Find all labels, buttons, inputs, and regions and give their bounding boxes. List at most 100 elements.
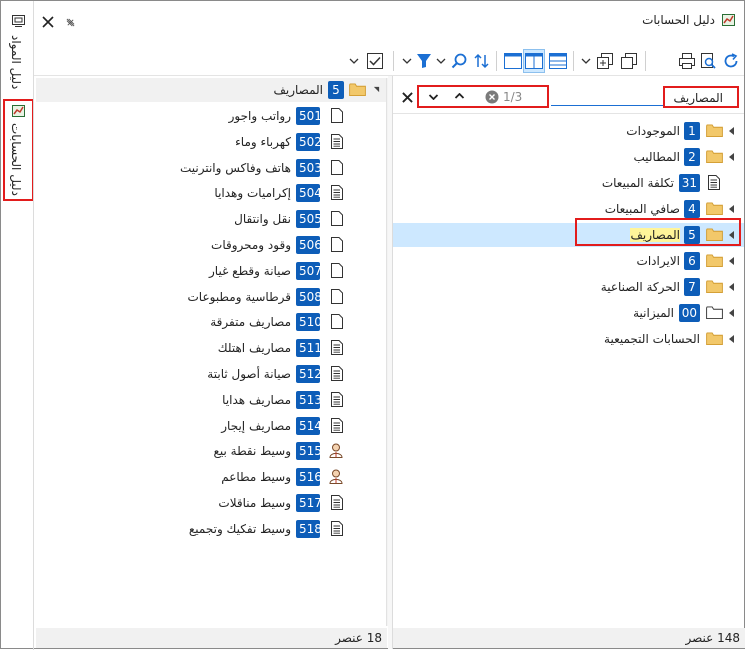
search-input[interactable]: المصاريف [663, 86, 739, 108]
tree-status-bar: 148 عنصر [393, 628, 745, 648]
account-code-badge: 514 [296, 416, 322, 435]
selected-row-annotation [575, 218, 741, 246]
person-icon [329, 469, 343, 485]
layout-rows-icon[interactable] [549, 53, 567, 69]
tree-row-label: الحركة الصناعية [600, 280, 680, 294]
detail-row[interactable]: 516 وسيط مطاعم [36, 465, 386, 489]
filter-dropdown-icon[interactable] [402, 58, 412, 64]
tree-row-label: صافي المبيعات [604, 202, 680, 216]
search-input-underline [551, 105, 663, 106]
detail-row[interactable]: 507 صيانة وقطع غيار [36, 259, 386, 283]
tree-row[interactable]: 00 الميزانية [393, 301, 744, 325]
document-lines-icon [331, 495, 343, 510]
detail-row[interactable]: 502 كهرباء وماء [36, 130, 386, 154]
expand-all-icon[interactable] [597, 53, 613, 69]
pin-icon[interactable] [66, 18, 75, 27]
detail-row[interactable]: 518 وسيط تفكيك وتجميع [36, 517, 386, 541]
accounts-app-icon [722, 14, 735, 26]
detail-status-bar: 18 عنصر [36, 628, 387, 648]
panel-divider[interactable] [388, 76, 392, 649]
expand-arrow-icon[interactable] [729, 205, 734, 213]
chevron-down-icon[interactable] [349, 58, 359, 64]
detail-row[interactable]: 501 رواتب واجور [36, 104, 386, 128]
tree-row-label: الحسابات التجميعية [604, 332, 700, 346]
detail-row[interactable]: 504 إكراميات وهدايا [36, 181, 386, 205]
detail-row[interactable]: 514 مصاريف إيجار [36, 414, 386, 438]
title-bar: دليل الحسابات [393, 11, 743, 31]
side-tab-materials[interactable]: دليل المواد [3, 9, 34, 97]
tree-row-label: المطاليب [633, 150, 681, 164]
layout-single-icon[interactable] [504, 53, 522, 69]
detail-row[interactable]: 510 مصاريف متفرقة [36, 310, 386, 334]
close-search-icon[interactable] [402, 92, 413, 103]
sort-icon[interactable] [474, 53, 490, 69]
clear-search-icon[interactable] [485, 90, 499, 104]
account-code-badge: 502 [296, 132, 322, 151]
expand-arrow-icon[interactable] [729, 127, 734, 135]
detail-row[interactable]: 508 قرطاسية ومطبوعات [36, 285, 386, 309]
detail-row-label: مصاريف هدايا [222, 392, 291, 407]
document-lines-icon [331, 391, 343, 407]
document-lines-icon [331, 520, 343, 536]
print-icon[interactable] [679, 53, 695, 69]
document-icon [331, 211, 343, 227]
folder-icon [349, 83, 366, 96]
expand-arrow-icon[interactable] [729, 283, 734, 291]
tree-row-label: الموجودات [626, 124, 680, 138]
search-icon[interactable] [451, 53, 467, 69]
document-lines-icon [331, 366, 343, 381]
search-dropdown-icon[interactable] [436, 58, 446, 64]
filter-icon[interactable] [416, 53, 432, 69]
detail-row-label: نقل وانتقال [234, 212, 291, 227]
detail-row[interactable]: 515 وسيط نقطة بيع [36, 439, 386, 463]
account-code-badge: 516 [296, 468, 322, 487]
refresh-icon[interactable] [723, 53, 739, 69]
chart-icon [12, 105, 25, 117]
toolbar-separator [645, 51, 646, 71]
expand-arrow-icon[interactable] [729, 153, 734, 161]
print-preview-icon[interactable] [700, 53, 716, 69]
expand-arrow-icon[interactable] [729, 257, 734, 265]
select-all-checkbox-icon[interactable] [367, 53, 383, 69]
tree-row[interactable]: الحسابات التجميعية [393, 327, 744, 351]
toolbar [345, 49, 745, 73]
tree-row[interactable]: 7 الحركة الصناعية [393, 275, 744, 299]
detail-row-label: قرطاسية ومطبوعات [187, 289, 292, 304]
search-input-value: المصاريف [673, 91, 723, 105]
folder-icon [706, 254, 723, 267]
account-code-badge: 515 [296, 442, 322, 461]
folder-icon [706, 202, 723, 215]
collapse-all-icon[interactable] [621, 53, 637, 69]
detail-row[interactable]: 512 صيانة أصول ثابتة [36, 362, 386, 386]
expand-arrow-icon[interactable] [729, 309, 734, 317]
detail-row[interactable]: 517 وسيط مناقلات [36, 491, 386, 515]
tree-row[interactable]: 31 تكلفة المبيعات [393, 171, 744, 195]
detail-row-label: وسيط تفكيك وتجميع [188, 521, 291, 536]
side-tab-accounts[interactable]: دليل الحسابات [3, 99, 34, 201]
detail-row[interactable]: 506 وقود ومحروقات [36, 233, 386, 257]
detail-row[interactable]: 505 نقل وانتقال [36, 207, 386, 231]
detail-header-label: المصاريف [273, 83, 323, 97]
detail-row[interactable]: 503 هاتف وفاكس وانترنيت [36, 156, 386, 180]
tree-row[interactable]: 2 المطاليب [393, 145, 744, 169]
tree-row[interactable]: 6 الايرادات [393, 249, 744, 273]
folder-icon [706, 124, 723, 137]
detail-row-label: صيانة أصول ثابتة [207, 367, 291, 381]
document-lines-icon [331, 417, 343, 433]
account-code-badge: 508 [296, 287, 322, 306]
next-result-icon[interactable] [428, 94, 439, 100]
account-code-badge: 31 [678, 174, 700, 192]
detail-row[interactable]: 511 مصاريف اهتلك [36, 336, 386, 360]
account-code-badge: 511 [296, 339, 322, 358]
detail-row-label: إكراميات وهدايا [214, 186, 291, 201]
close-icon[interactable] [42, 16, 54, 28]
layout-split-icon[interactable] [525, 53, 543, 69]
collapse-caret-icon[interactable] [373, 86, 380, 93]
document-icon [331, 288, 343, 304]
tree-row[interactable]: 1 الموجودات [393, 119, 744, 143]
expand-arrow-icon[interactable] [729, 335, 734, 343]
detail-row[interactable]: 513 مصاريف هدايا [36, 388, 386, 412]
view-dropdown-icon[interactable] [581, 58, 591, 64]
document-icon [331, 237, 343, 252]
previous-result-icon[interactable] [454, 93, 465, 99]
